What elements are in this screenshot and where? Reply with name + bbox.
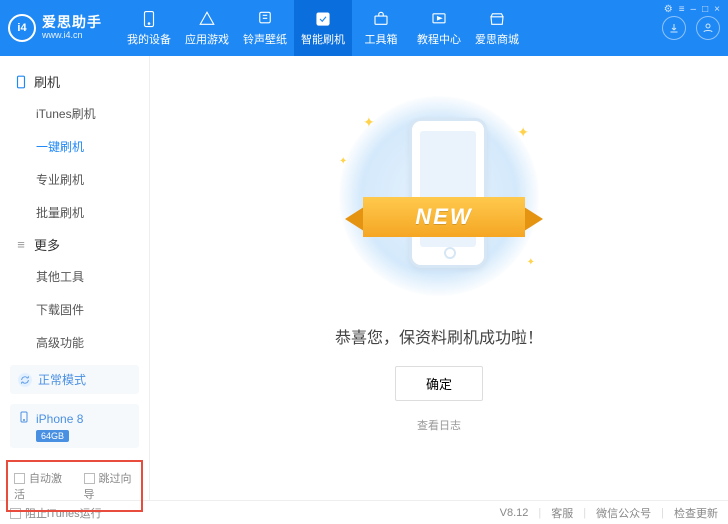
win-maximize[interactable]: □ — [702, 4, 708, 15]
app-name: 爱思助手 — [42, 15, 102, 30]
phone-icon — [18, 410, 30, 427]
nav-label: 工具箱 — [365, 31, 398, 47]
device-block[interactable]: iPhone 8 64GB — [10, 404, 139, 448]
sidebar-item[interactable]: iTunes刷机 — [0, 97, 149, 130]
flash-icon — [314, 10, 332, 28]
win-minimize[interactable]: – — [691, 4, 697, 15]
storage-badge: 64GB — [36, 430, 69, 442]
nav-apps[interactable]: 应用游戏 — [178, 0, 236, 56]
toolbox-icon — [372, 10, 390, 28]
nav-label: 铃声壁纸 — [243, 31, 287, 47]
sidebar: 刷机iTunes刷机一键刷机专业刷机批量刷机≡更多其他工具下载固件高级功能 正常… — [0, 56, 150, 500]
app-header: i4 爱思助手 www.i4.cn 我的设备应用游戏铃声壁纸智能刷机 工具箱 教程中… — [0, 0, 728, 56]
sidebar-item[interactable]: 一键刷机 — [0, 130, 149, 163]
group-icon — [14, 75, 28, 89]
sidebar-item[interactable]: 其他工具 — [0, 260, 149, 293]
app-logo: i4 爱思助手 www.i4.cn — [8, 14, 102, 42]
win-close[interactable]: × — [714, 4, 720, 15]
sidebar-item[interactable]: 专业刷机 — [0, 163, 149, 196]
nav-label: 教程中心 — [417, 31, 461, 47]
device-name: iPhone 8 — [36, 412, 83, 426]
new-ribbon: NEW — [339, 191, 549, 245]
sidebar-item[interactable]: 高级功能 — [0, 326, 149, 359]
top-nav: 我的设备应用游戏铃声壁纸智能刷机 工具箱 教程中心爱思商城 — [120, 0, 526, 56]
nav-label: 智能刷机 — [301, 31, 345, 47]
download-button[interactable] — [662, 16, 686, 40]
skip-guide-checkbox[interactable]: 跳过向导 — [84, 470, 136, 502]
success-illustration: ✦ ✦ ✦ ✦ NEW — [319, 96, 559, 296]
sidebar-item[interactable]: 下载固件 — [0, 293, 149, 326]
success-message: 恭喜您，保资料刷机成功啦！ — [335, 324, 543, 348]
group-icon: ≡ — [14, 237, 28, 252]
nav-ringtone[interactable]: 铃声壁纸 — [236, 0, 294, 56]
tutorial-icon — [430, 10, 448, 28]
ringtone-icon — [256, 10, 274, 28]
app-url: www.i4.cn — [42, 31, 102, 41]
apps-icon — [198, 10, 216, 28]
store-icon — [488, 10, 506, 28]
options-highlight: 自动激活 跳过向导 — [6, 460, 143, 512]
nav-label: 我的设备 — [127, 31, 171, 47]
win-grid-icon[interactable]: ≡ — [679, 4, 685, 15]
sidebar-item[interactable]: 批量刷机 — [0, 196, 149, 229]
device-icon — [140, 10, 158, 28]
nav-label: 爱思商城 — [475, 31, 519, 47]
logo-icon: i4 — [8, 14, 36, 42]
user-button[interactable] — [696, 16, 720, 40]
auto-activate-checkbox[interactable]: 自动激活 — [14, 470, 66, 502]
nav-label: 应用游戏 — [185, 31, 229, 47]
mode-label: 正常模式 — [38, 371, 86, 388]
view-log-link[interactable]: 查看日志 — [417, 417, 461, 433]
win-settings-icon[interactable]: ⚙ — [664, 4, 673, 15]
mode-status[interactable]: 正常模式 — [10, 365, 139, 394]
sidebar-group-1: ≡更多 — [0, 229, 149, 260]
sidebar-group-0: 刷机 — [0, 66, 149, 97]
wechat-link[interactable]: 微信公众号 — [596, 505, 651, 521]
nav-flash[interactable]: 智能刷机 — [294, 0, 352, 56]
nav-store[interactable]: 爱思商城 — [468, 0, 526, 56]
nav-tutorial[interactable]: 教程中心 — [410, 0, 468, 56]
version-label: V8.12 — [500, 507, 529, 519]
main-content: ✦ ✦ ✦ ✦ NEW 恭喜您，保资料刷机成功啦！ 确定 查看日志 — [150, 56, 728, 500]
support-link[interactable]: 客服 — [551, 505, 573, 521]
update-link[interactable]: 检查更新 — [674, 505, 718, 521]
confirm-button[interactable]: 确定 — [395, 366, 483, 401]
nav-toolbox[interactable]: 工具箱 — [352, 0, 410, 56]
nav-device[interactable]: 我的设备 — [120, 0, 178, 56]
refresh-icon — [18, 373, 32, 387]
